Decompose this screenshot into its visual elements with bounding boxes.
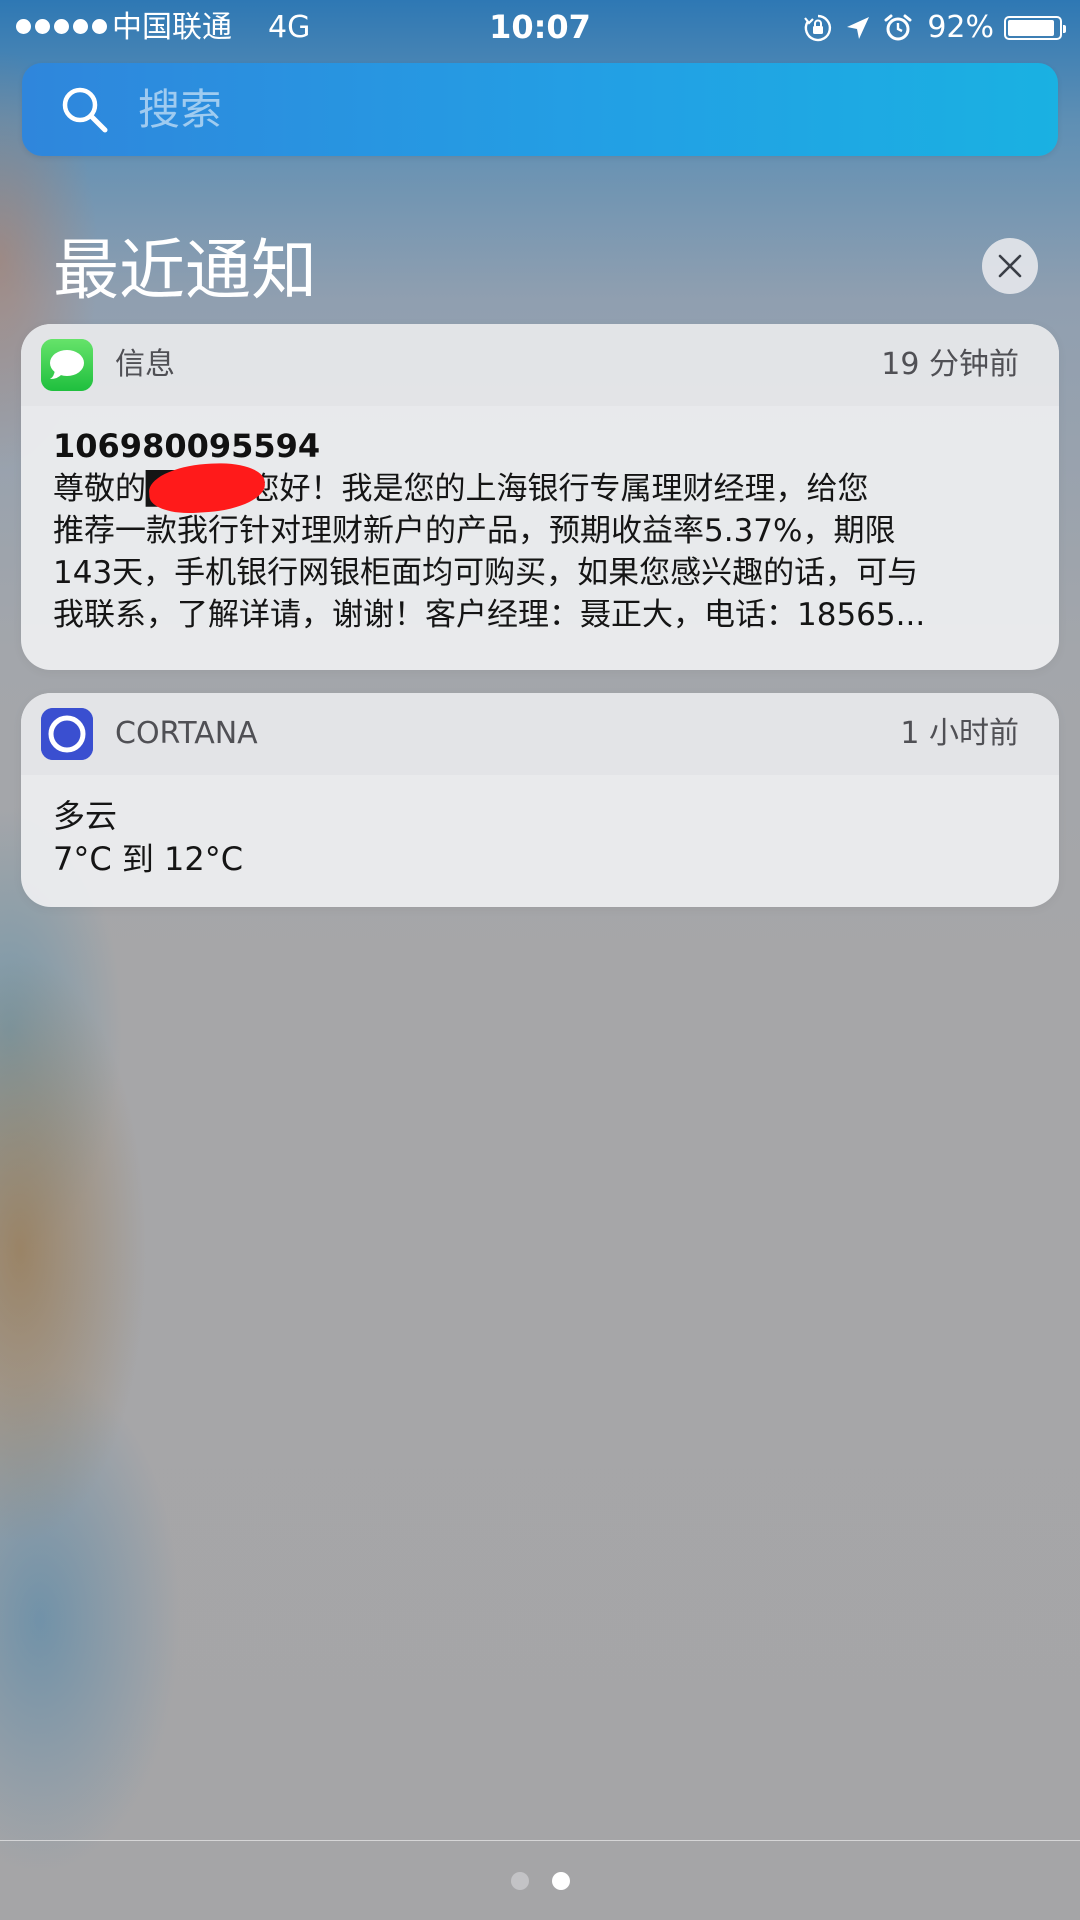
search-bar[interactable]: 搜索 <box>22 63 1058 156</box>
message-line: 143天，手机银行网银柜面均可购买，如果您感兴趣的话，可与 <box>53 555 919 591</box>
temperature-range: 7°C 到 12°C <box>53 840 244 878</box>
messages-icon <box>41 339 93 391</box>
search-placeholder: 搜索 <box>138 85 223 134</box>
message-text: 尊敬的███，您好！我是您的上海银行专属理财经理，给您 推荐一款我行针对理财新户… <box>53 460 1023 636</box>
orientation-lock-icon <box>804 14 832 42</box>
battery-percentage: 92% <box>927 10 994 45</box>
status-right-group: 92% <box>803 8 1068 48</box>
search-icon <box>62 87 108 133</box>
notification-time: 19 分钟前 <box>881 347 1019 382</box>
app-name: CORTANA <box>115 716 258 751</box>
notification-body: 106980095594 尊敬的███，您好！我是您的上海银行专属理财经理，给您… <box>21 406 1059 636</box>
weather-condition: 多云 <box>53 797 118 835</box>
clear-notifications-button[interactable] <box>982 238 1038 294</box>
app-name: 信息 <box>115 347 175 382</box>
page-dot[interactable] <box>510 1872 529 1890</box>
cortana-icon <box>41 708 93 760</box>
page-indicator[interactable] <box>0 1872 1080 1890</box>
message-line: 尊敬的███，您好！我是您的上海银行专属理财经理，给您 <box>53 460 1023 516</box>
message-line: 推荐一款我行针对理财新户的产品，预期收益率5.37%，期限 <box>53 513 896 549</box>
notification-card-cortana[interactable]: CORTANA 1 小时前 多云 7°C 到 12°C <box>21 693 1059 907</box>
close-icon <box>998 254 1022 278</box>
page-dot-active[interactable] <box>551 1872 570 1890</box>
location-arrow-icon <box>847 17 870 39</box>
alarm-icon <box>884 14 912 41</box>
notification-time: 1 小时前 <box>900 716 1019 751</box>
status-bar: 中国联通 4G 10:07 92% <box>0 0 1080 56</box>
message-sender: 106980095594 <box>53 427 321 465</box>
notification-body: 多云 7°C 到 12°C <box>21 775 1059 881</box>
notification-header: CORTANA 1 小时前 <box>21 693 1059 775</box>
battery-level-fill <box>1008 20 1054 36</box>
notification-card-messages[interactable]: 信息 19 分钟前 106980095594 尊敬的███，您好！我是您的上海银… <box>21 324 1059 670</box>
section-title: 最近通知 <box>53 232 317 309</box>
message-line: 我联系，了解详请，谢谢！客户经理：聂正大，电话：18565... <box>53 597 926 633</box>
redaction-mark <box>147 460 267 516</box>
notification-header: 信息 19 分钟前 <box>21 324 1059 406</box>
battery-icon <box>1004 16 1066 40</box>
divider <box>0 1840 1080 1841</box>
